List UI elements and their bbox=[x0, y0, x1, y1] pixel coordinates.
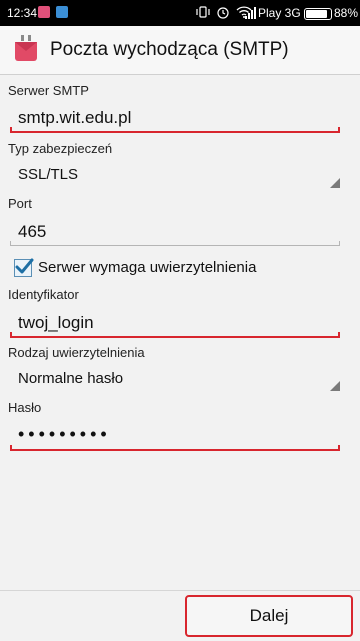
password-label: Hasło bbox=[8, 400, 42, 415]
password-input[interactable]: ••••••••• bbox=[18, 424, 111, 445]
app-envelope-icon bbox=[14, 34, 38, 62]
page-title: Poczta wychodząca (SMTP) bbox=[50, 39, 289, 60]
dropdown-arrow-icon[interactable] bbox=[330, 381, 340, 391]
password-underline bbox=[10, 445, 340, 451]
smtp-server-underline bbox=[10, 127, 340, 133]
battery-percent: 88% bbox=[334, 6, 359, 20]
username-underline bbox=[10, 332, 340, 338]
username-label: Identyfikator bbox=[8, 287, 79, 302]
notification-message-icon bbox=[56, 6, 68, 18]
port-underline bbox=[10, 241, 340, 246]
alarm-icon bbox=[216, 5, 230, 22]
auth-type-select[interactable]: Normalne hasło bbox=[18, 370, 123, 387]
smtp-server-input[interactable]: smtp.wit.edu.pl bbox=[18, 108, 131, 128]
port-input[interactable]: 465 bbox=[18, 222, 46, 242]
username-input[interactable]: twoj_login bbox=[18, 313, 94, 333]
status-time: 12:34 bbox=[7, 6, 38, 20]
carrier-name: Play 3G bbox=[258, 6, 301, 20]
auth-type-label: Rodzaj uwierzytelnienia bbox=[8, 345, 145, 360]
bottom-bar: Dalej bbox=[0, 590, 360, 641]
security-type-label: Typ zabezpieczeń bbox=[8, 141, 113, 156]
auth-required-label[interactable]: Serwer wymaga uwierzytelnienia bbox=[38, 259, 256, 276]
signal-icon bbox=[245, 5, 257, 22]
battery-icon bbox=[304, 8, 332, 20]
smtp-server-label: Serwer SMTP bbox=[8, 83, 89, 98]
dropdown-arrow-icon[interactable] bbox=[330, 178, 340, 188]
status-bar: 12:34 Play 3G 88% bbox=[0, 0, 360, 26]
next-button[interactable]: Dalej bbox=[185, 595, 353, 637]
port-label: Port bbox=[8, 196, 32, 211]
title-bar: Poczta wychodząca (SMTP) bbox=[0, 26, 360, 75]
notification-app-icon bbox=[38, 6, 50, 18]
vibrate-icon bbox=[196, 5, 210, 22]
security-type-select[interactable]: SSL/TLS bbox=[18, 166, 78, 183]
auth-required-checkbox[interactable] bbox=[14, 258, 34, 277]
